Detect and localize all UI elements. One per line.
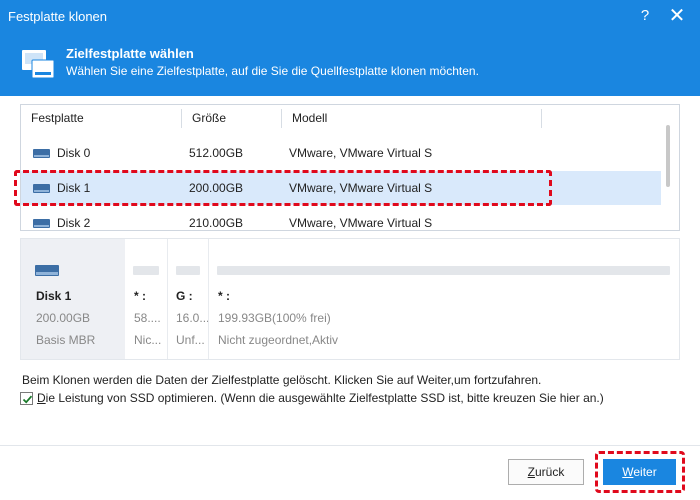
partition-block[interactable]: * : 199.93GB(100% frei) Nicht zugeordnet… [209,239,679,359]
disk-size: 512.00GB [189,146,244,160]
partition-usage-bar [133,266,159,275]
partition-label: * : [134,289,146,303]
partition-usage-bar [217,266,670,275]
disk-name: Disk 2 [57,216,91,230]
disk-summary: Disk 1 200.00GB Basis MBR [21,239,125,359]
back-button-label: urück [535,465,565,479]
summary-disk-size: 200.00GB [36,311,91,325]
footer-divider [0,445,700,446]
hard-disk-icon [33,149,50,158]
ssd-optimize-checkbox[interactable] [20,392,33,405]
disk-model: VMware, VMware Virtual S [289,146,433,160]
disk-model: VMware, VMware Virtual S [289,216,433,230]
table-row-disk-1[interactable]: Disk 1 200.00GB VMware, VMware Virtual S [21,171,661,205]
partition-usage-bar [176,266,200,275]
column-header-model[interactable]: Modell [282,105,327,132]
ssd-optimize-label-text: ie Leistung von SSD optimieren. (Wenn di… [45,391,604,405]
header-subtitle: Wählen Sie eine Zielfestplatte, auf die … [66,64,479,78]
partition-label: G : [176,289,193,303]
accelerator-key: Z [527,465,535,479]
disk-model: VMware, VMware Virtual S [289,181,433,195]
summary-disk-name: Disk 1 [36,289,72,303]
accelerator-key: D [37,391,46,405]
back-button[interactable]: Zurück [508,459,584,485]
accelerator-key: W [622,465,634,479]
checkmark-icon [22,395,33,404]
column-separator [541,109,542,128]
partition-status: Nic... [134,333,162,347]
partition-capacity: 199.93GB(100% frei) [218,311,331,325]
title-bar: Festplatte klonen ? ✕ [0,0,700,32]
close-icon[interactable]: ✕ [664,4,690,28]
window-title: Festplatte klonen [8,9,108,24]
hard-disk-icon [33,184,50,193]
partition-label: * : [218,289,230,303]
clone-warning-text: Beim Klonen werden die Daten der Zielfes… [22,373,542,387]
table-header: Festplatte Größe Modell [21,105,661,132]
partition-capacity: 58.... [134,311,161,325]
target-disk-icon [22,50,55,79]
disk-table: Festplatte Größe Modell Disk 0 512.00GB … [20,104,680,231]
hard-disk-icon [33,219,50,228]
summary-disk-type: Basis MBR [36,333,96,347]
column-header-size[interactable]: Größe [182,105,226,132]
table-row-disk-0[interactable]: Disk 0 512.00GB VMware, VMware Virtual S [21,136,661,170]
disk-name: Disk 1 [57,181,91,195]
column-header-disk[interactable]: Festplatte [21,105,84,132]
header-heading: Zielfestplatte wählen [66,46,194,61]
partition-block[interactable]: G : 16.0... Unf... [168,239,210,359]
hard-disk-icon [35,265,59,276]
table-scrollbar[interactable] [666,125,670,187]
ssd-optimize-label[interactable]: Die Leistung von SSD optimieren. (Wenn d… [37,391,604,405]
wizard-header: Zielfestplatte wählen Wählen Sie eine Zi… [0,32,700,96]
partition-block[interactable]: * : 58.... Nic... [125,239,167,359]
disk-size: 210.00GB [189,216,244,230]
next-button[interactable]: Weiter [603,459,676,485]
help-icon[interactable]: ? [633,5,657,27]
table-row-disk-2[interactable]: Disk 2 210.00GB VMware, VMware Virtual S [21,206,661,230]
disk-size: 200.00GB [189,181,244,195]
next-button-label: eiter [633,465,657,479]
partition-status: Nicht zugeordnet,Aktiv [218,333,339,347]
disk-name: Disk 0 [57,146,91,160]
partition-capacity: 16.0... [176,311,210,325]
partition-panel: Disk 1 200.00GB Basis MBR * : 58.... Nic… [20,238,680,360]
partition-status: Unf... [176,333,205,347]
